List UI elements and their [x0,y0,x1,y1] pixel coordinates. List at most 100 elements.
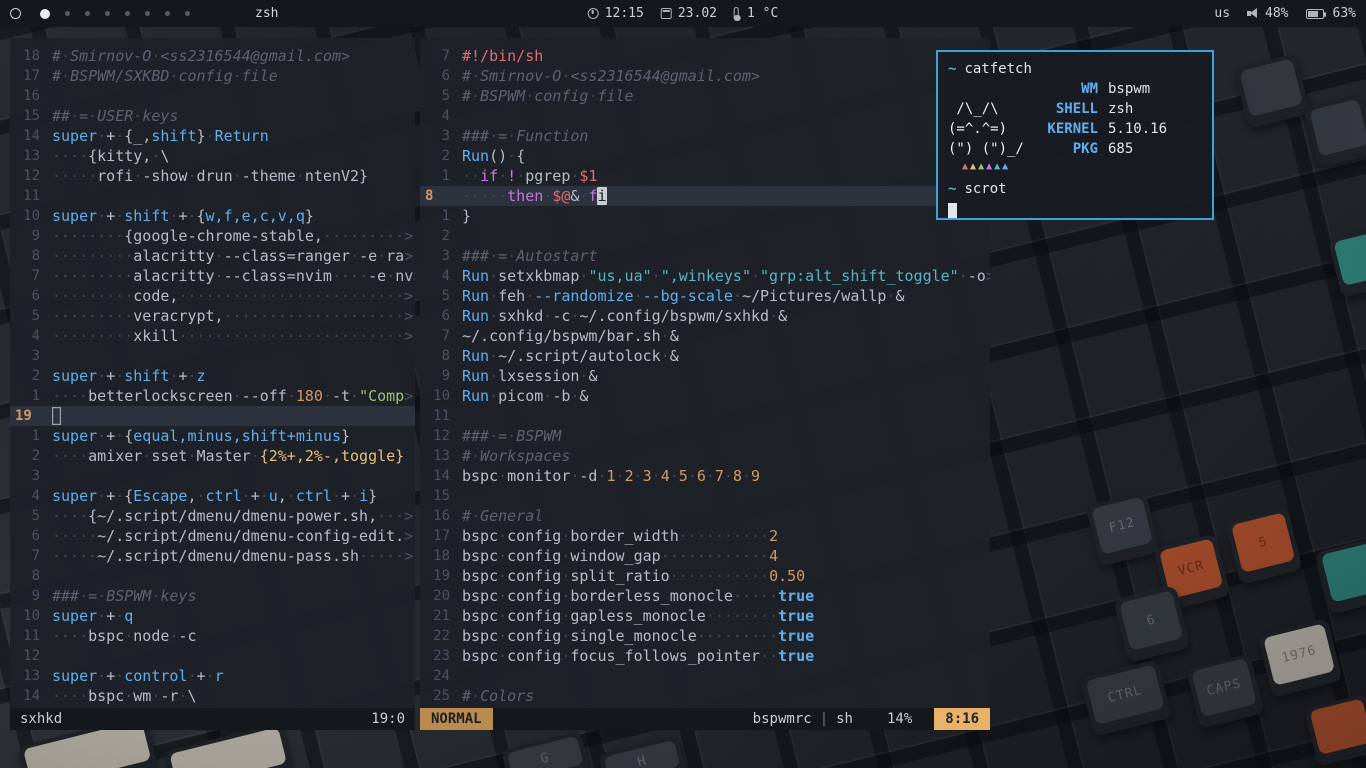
code-segment: & [579,387,588,405]
workspace-dot[interactable] [85,11,90,16]
editor-line[interactable]: 1} [420,206,990,226]
line-number: 18 [420,546,450,566]
line-number: 4 [10,486,40,506]
editor-line[interactable]: 16 [10,86,415,106]
editor-line[interactable]: 6·········code,·························… [10,286,415,306]
editor-line[interactable]: 4Run·setxkbmap·"us,ua"·",winkeys"·"grp:a… [420,266,990,286]
editor-line[interactable]: 10super·+·q [10,606,415,626]
editor-line[interactable]: 5····{~/.script/dmenu/dmenu-power.sh,···… [10,506,415,526]
editor-line[interactable]: 3###·=·Autostart [420,246,990,266]
whitespace-dot: · [106,227,115,245]
editor-line[interactable]: 23bspc·config·focus_follows_pointer··tru… [420,646,990,666]
editor-line[interactable]: 17bspc·config·border_width··········2 [420,526,990,546]
editor-line[interactable]: 7·········alacritty·--class=nvim····-e·n… [10,266,415,286]
editor-line[interactable]: 14bspc·monitor·-d·1·2·3·4·5·6·7·8·9 [420,466,990,486]
catfetch-window[interactable]: ~ catfetch WMbspwm /\_/\SHELLzsh(=^.^=)K… [936,50,1214,220]
code-segment: > [404,287,413,305]
editor-line[interactable]: 6·····~/.script/dmenu/dmenu-config-edit.… [10,526,415,546]
editor-line[interactable]: 12·····rofi·-show·drun·-theme·ntenV2} [10,166,415,186]
editor-line[interactable]: 10Run·picom·-b·& [420,386,990,406]
editor-line[interactable]: 14····bspc·wm·-r·\ [10,686,415,706]
editor-line[interactable]: 4super·+·{Escape,·ctrl·+·u,·ctrl·+·i} [10,486,415,506]
editor-line[interactable]: 9###·=·BSPWM·keys [10,586,415,606]
editor-line[interactable]: 8·········alacritty·--class=ranger·-e·ra… [10,246,415,266]
whitespace-dot: · [350,227,359,245]
editor-line[interactable]: 16#·General [420,506,990,526]
editor-line[interactable]: 25#·Colors [420,686,990,706]
code-segment: + [341,487,350,505]
whitespace-dot: · [368,547,377,565]
editor-line[interactable]: 14super·+·{_,shift}·Return [10,126,415,146]
editor-line[interactable]: 7~/.config/bspwm/bar.sh·& [420,326,990,346]
editor-line[interactable]: 19 [10,406,415,426]
whitespace-dot: · [652,267,661,285]
workspace-dot[interactable] [65,11,70,16]
editor-line[interactable]: 8·····then·$@&·fi [420,186,990,206]
editor-line[interactable]: 13super·+·control·+·r [10,666,415,686]
editor-line[interactable]: 13#·Workspaces [420,446,990,466]
editor-line[interactable]: 11····bspc·node·-c [10,626,415,646]
code-segment: {google-chrome-stable, [124,227,323,245]
line-code: ~/.config/bspwm/bar.sh·& [450,326,679,346]
editor-line[interactable]: 2super·+·shift·+·z [10,366,415,386]
code-segment: bspc [462,567,498,585]
editor-line[interactable]: 6#·Smirnov-O·<ss2316544@gmail.com> [420,66,990,86]
whitespace-dot: · [52,247,61,265]
editor-line[interactable]: 12 [10,646,415,666]
line-code: #·General [450,506,543,526]
editor-line[interactable]: 6Run·sxhkd·-c·~/.config/bspwm/sxhkd·& [420,306,990,326]
editor-line[interactable]: 13····{kitty,·\ [10,146,415,166]
editor-line[interactable]: 24 [420,666,990,686]
editor-line[interactable]: 12###·=·BSPWM [420,426,990,446]
line-number: 15 [10,106,40,126]
workspace-dot[interactable] [125,11,130,16]
editor-line[interactable]: 18bspc·config·window_gap············4 [420,546,990,566]
editor-line[interactable]: 8Run·~/.script/autolock·& [420,346,990,366]
workspace-dot[interactable] [185,11,190,16]
whitespace-dot: · [215,327,224,345]
editor-line[interactable]: 11 [10,186,415,206]
whitespace-dot: · [332,327,341,345]
editor-line[interactable]: 21bspc·config·gapless_monocle········tru… [420,606,990,626]
editor-line[interactable]: 2 [420,226,990,246]
editor-line[interactable]: 18#·Smirnov-O·<ss2316544@gmail.com> [10,46,415,66]
editor-line[interactable]: 9········{google-chrome-stable,·········… [10,226,415,246]
editor-line[interactable]: 17#·BSPWM/SXKBD·config·file [10,66,415,86]
volume-module[interactable]: 48% [1247,6,1288,21]
flag-triangle: ▲ [962,161,970,172]
editor-line[interactable]: 8 [10,566,415,586]
editor-line[interactable]: 5#·BSPWM·config·file [420,86,990,106]
workspace-dot-active[interactable] [40,9,50,19]
editor-line[interactable]: 20bspc·config·borderless_monocle·····tru… [420,586,990,606]
editor-line[interactable]: 5Run·feh·--randomize·--bg-scale·~/Pictur… [420,286,990,306]
editor-line[interactable]: 7·····~/.script/dmenu/dmenu-pass.sh·····… [10,546,415,566]
editor-line[interactable]: 9Run·lxsession·& [420,366,990,386]
editor-line[interactable]: 1··if·!·pgrep·$1 [420,166,990,186]
editor-line[interactable]: 2Run()·{ [420,146,990,166]
workspace-dot[interactable] [145,11,150,16]
workspace-dot[interactable] [165,11,170,16]
editor-line[interactable]: 15##·=·USER·keys [10,106,415,126]
editor-line[interactable]: 7#!/bin/sh [420,46,990,66]
editor-line[interactable]: 10super·+·shift·+·{w,f,e,c,v,q} [10,206,415,226]
launcher-icon[interactable] [10,8,21,19]
editor-line[interactable]: 4·········xkill·························… [10,326,415,346]
editor-line[interactable]: 19bspc·config·split_ratio···········0.50 [420,566,990,586]
code-segment: super [52,127,97,145]
editor-line[interactable]: 1super·+·{equal,minus,shift+minus} [10,426,415,446]
workspace-dot[interactable] [105,11,110,16]
right-editor-lines[interactable]: 7#!/bin/sh6#·Smirnov-O·<ss2316544@gmail.… [420,38,990,708]
editor-line[interactable]: 11 [420,406,990,426]
editor-line[interactable]: 1····betterlockscreen·--off·180·-t·"Comp… [10,386,415,406]
editor-line[interactable]: 3###·=·Function [420,126,990,146]
editor-line[interactable]: 2····amixer·sset·Master·{2%+,2%-,toggle} [10,446,415,466]
editor-line[interactable]: 5·········veracrypt,····················… [10,306,415,326]
editor-line[interactable]: 3 [10,346,415,366]
editor-line[interactable]: 4 [420,106,990,126]
editor-line[interactable]: 3 [10,466,415,486]
left-editor-lines[interactable]: 18#·Smirnov-O·<ss2316544@gmail.com>17#·B… [10,38,415,708]
editor-line[interactable]: 22bspc·config·single_monocle·········tru… [420,626,990,646]
layout-module[interactable]: us [1214,6,1230,21]
editor-line[interactable]: 15 [420,486,990,506]
temperature-text: 1 °C [747,6,778,21]
